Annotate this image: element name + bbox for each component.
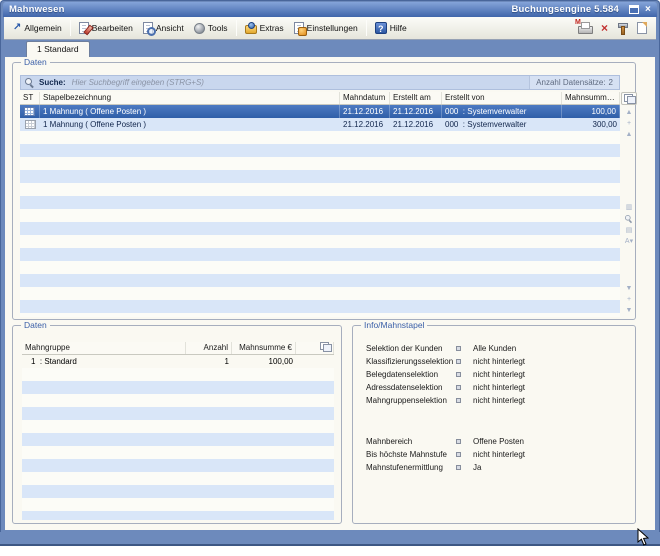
scroll-down-icon[interactable]: ▼ bbox=[626, 283, 633, 294]
copy-grid-button[interactable] bbox=[296, 342, 334, 354]
extras-button[interactable]: Extras bbox=[240, 20, 289, 36]
engine-version-label: Buchungsengine 5.584 bbox=[511, 4, 618, 15]
rows-icon[interactable]: ▤ bbox=[626, 225, 633, 236]
info-row: Mahnbereich Offene Posten bbox=[366, 435, 635, 448]
tools-sphere-icon bbox=[194, 23, 205, 34]
print-icon[interactable]: M bbox=[577, 22, 592, 34]
info-rows: Selektion der Kunden Alle Kunden Klassif… bbox=[353, 342, 635, 474]
allgemein-button[interactable]: ↗ Allgemein bbox=[8, 21, 67, 35]
search-icon[interactable] bbox=[25, 78, 35, 88]
mahngruppe-table-header: Mahngruppe Anzahl Mahnsumme € bbox=[22, 342, 334, 355]
separator-icon bbox=[456, 465, 461, 470]
column-header-stapelbezeichnung[interactable]: Stapelbezeichnung bbox=[40, 92, 340, 104]
copy-icon bbox=[320, 342, 331, 351]
table-row[interactable]: 1 Mahnung ( Offene Posten ) 21.12.2016 2… bbox=[20, 118, 620, 131]
delete-icon[interactable]: × bbox=[601, 22, 608, 34]
separator-icon bbox=[456, 346, 461, 351]
tools-button[interactable]: Tools bbox=[189, 21, 233, 36]
ansicht-button[interactable]: Ansicht bbox=[138, 20, 189, 36]
info-row: Klassifizierungsselektion nicht hinterle… bbox=[366, 355, 635, 368]
goto-last-icon[interactable]: ▼ bbox=[626, 305, 633, 316]
insert-icon[interactable]: + bbox=[627, 118, 631, 129]
toolbar-right-group: M × bbox=[577, 22, 652, 34]
einstellungen-button[interactable]: Einstellungen bbox=[289, 20, 363, 36]
content-area: Daten Suche: Anzahl Datensätze: 2 ST Sta… bbox=[5, 57, 655, 530]
main-table-header: ST Stapelbezeichnung Mahndatum Erstellt … bbox=[20, 92, 620, 105]
separator-icon bbox=[456, 385, 461, 390]
info-mahnstapel-group: Info/Mahnstapel Selektion der Kunden All… bbox=[352, 325, 636, 524]
close-icon[interactable]: × bbox=[645, 5, 651, 15]
empty-rows bbox=[20, 131, 620, 317]
group-title: Daten bbox=[21, 320, 50, 330]
view-magnifier-icon bbox=[143, 22, 153, 34]
column-header-st[interactable]: ST bbox=[20, 92, 40, 104]
info-row: Selektion der Kunden Alle Kunden bbox=[366, 342, 635, 355]
toolbar: ↗ Allgemein Bearbeiten Ansicht Tools Ext… bbox=[4, 17, 656, 40]
hammer-tool-icon[interactable] bbox=[617, 22, 628, 34]
column-header-mahnsumme[interactable]: Mahnsumme € bbox=[562, 92, 620, 104]
column-header-mahngruppe[interactable]: Mahngruppe bbox=[22, 342, 186, 354]
edit-page-icon bbox=[79, 22, 89, 34]
new-page-icon[interactable] bbox=[637, 22, 647, 34]
main-daten-group: Daten Suche: Anzahl Datensätze: 2 ST Sta… bbox=[12, 62, 636, 320]
goto-first-icon[interactable]: ▲ bbox=[626, 107, 633, 118]
scroll-up-icon[interactable]: ▲ bbox=[626, 129, 633, 140]
group-title: Daten bbox=[21, 57, 50, 67]
columns-icon[interactable]: ▥ bbox=[626, 202, 633, 213]
search-small-icon[interactable] bbox=[625, 215, 633, 223]
info-row: Adressdatenselektion nicht hinterlegt bbox=[366, 381, 635, 394]
column-header-erstellt-am[interactable]: Erstellt am bbox=[390, 92, 442, 104]
help-icon: ? bbox=[375, 22, 387, 34]
window-bottom-border bbox=[0, 532, 660, 546]
settings-page-icon bbox=[294, 22, 304, 34]
column-header-mahnsumme[interactable]: Mahnsumme € bbox=[232, 342, 296, 354]
batch-grid-icon bbox=[24, 107, 35, 116]
restore-window-icon[interactable] bbox=[629, 5, 639, 14]
search-bar: Suche: Anzahl Datensätze: 2 bbox=[20, 75, 620, 90]
group-title: Info/Mahnstapel bbox=[361, 320, 427, 330]
append-icon[interactable]: + bbox=[627, 294, 631, 305]
toolbar-separator bbox=[236, 20, 237, 36]
column-header-anzahl[interactable]: Anzahl bbox=[186, 342, 232, 354]
separator-icon bbox=[456, 359, 461, 364]
info-row: Mahnstufenermittlung Ja bbox=[366, 461, 635, 474]
table-row[interactable]: 1 : Standard 1 100,00 bbox=[22, 355, 334, 368]
column-header-mahndatum[interactable]: Mahndatum bbox=[340, 92, 390, 104]
extras-box-icon bbox=[245, 25, 257, 34]
separator-icon bbox=[456, 439, 461, 444]
copy-grid-button[interactable] bbox=[621, 92, 637, 105]
app-window: Mahnwesen Buchungsengine 5.584 × ↗ Allge… bbox=[0, 0, 660, 546]
mouse-cursor bbox=[637, 528, 650, 552]
column-header-erstellt-von[interactable]: Erstellt von bbox=[442, 92, 562, 104]
info-row: Mahngruppenselektion nicht hinterlegt bbox=[366, 394, 635, 407]
toolbar-separator bbox=[70, 20, 71, 36]
table-side-toolbar: ▲ + ▲ ▥ ▤ A▾ ▼ + ▼ bbox=[621, 107, 637, 316]
hilfe-button[interactable]: ? Hilfe bbox=[370, 20, 412, 36]
separator-icon bbox=[456, 452, 461, 457]
info-row: Bis höchste Mahnstufe nicht hinterlegt bbox=[366, 448, 635, 461]
table-row[interactable]: 1 Mahnung ( Offene Posten ) 21.12.2016 2… bbox=[20, 105, 620, 118]
separator-icon bbox=[456, 398, 461, 403]
record-count: Anzahl Datensätze: 2 bbox=[529, 76, 619, 89]
print-badge: M bbox=[575, 19, 581, 26]
toolbar-separator bbox=[366, 20, 367, 36]
copy-icon bbox=[624, 94, 635, 103]
arrow-ne-icon: ↗ bbox=[13, 23, 21, 33]
window-title: Mahnwesen bbox=[9, 4, 511, 15]
search-input[interactable] bbox=[72, 76, 530, 89]
tab-strip: 1 Standard bbox=[4, 41, 656, 57]
tab-1-standard[interactable]: 1 Standard bbox=[26, 41, 90, 57]
bearbeiten-button[interactable]: Bearbeiten bbox=[74, 20, 138, 36]
info-row: Belegdatenselektion nicht hinterlegt bbox=[366, 368, 635, 381]
separator-icon bbox=[456, 372, 461, 377]
mahngruppe-group: Daten Mahngruppe Anzahl Mahnsumme € 1 : … bbox=[12, 325, 342, 524]
batch-grid-icon bbox=[25, 120, 36, 129]
titlebar: Mahnwesen Buchungsengine 5.584 × bbox=[3, 2, 657, 17]
search-label: Suche: bbox=[39, 78, 66, 87]
sort-icon[interactable]: A▾ bbox=[625, 236, 633, 247]
empty-rows bbox=[22, 368, 334, 520]
